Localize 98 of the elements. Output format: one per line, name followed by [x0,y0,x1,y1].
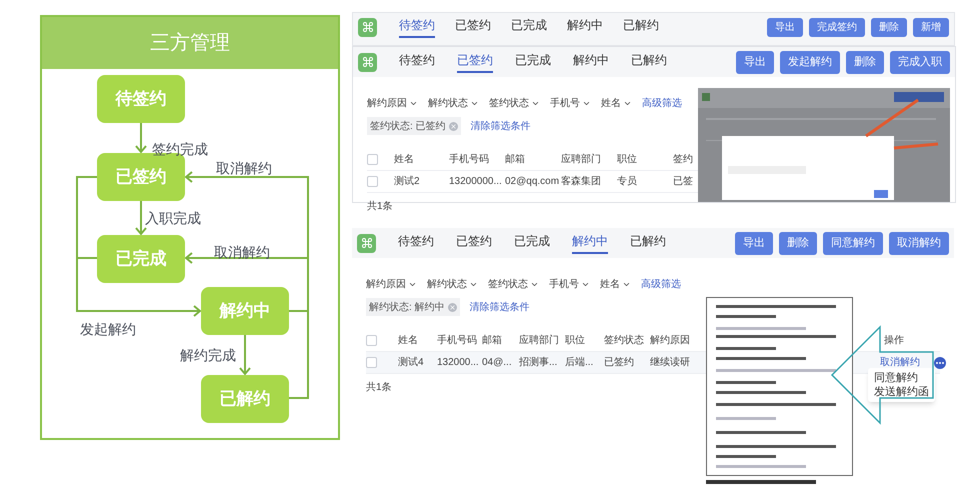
tab[interactable]: 已签约 [457,51,493,73]
column-header: 姓名 [394,154,414,165]
table-cell: 13200000... [449,176,502,187]
toolbar-button[interactable]: 删除 [846,50,884,74]
filter-dropdown[interactable]: 签约状态 [488,276,539,292]
filter-dropdown[interactable]: 姓名 [601,96,632,110]
toolbar-button[interactable]: 删除 [779,232,817,254]
toolbar-button[interactable]: 导出 [736,50,774,74]
table-cell: 已签 [673,176,693,187]
tab[interactable]: 已解约 [631,51,667,73]
connector-line [289,310,307,312]
table-cell: 招测事... [519,357,558,368]
state-node: 已解约 [201,375,289,423]
column-header: 邮箱 [505,154,525,165]
remove-filter-icon[interactable] [448,122,458,130]
table-cell: 04@... [482,357,512,368]
app-logo-icon [357,234,376,252]
column-header: 签约 [673,154,693,165]
state-node: 待签约 [97,75,185,123]
connector-arrow [135,123,147,154]
tab[interactable]: 已解约 [623,16,659,38]
filter-chip-label: 签约状态: 已签约 [370,120,446,134]
tab[interactable]: 已签约 [455,16,491,38]
column-header: 姓名 [398,335,418,346]
toolbar-button[interactable]: 完成签约 [809,18,865,36]
column-header: 应聘部门 [519,335,559,346]
tab[interactable]: 解约中 [573,51,609,73]
state-node: 已完成 [97,235,185,283]
tab[interactable]: 解约中 [572,232,608,254]
filter-dropdown[interactable]: 解约原因 [366,276,417,292]
row-checkbox[interactable] [366,357,377,368]
column-header: 操作 [884,334,904,348]
table-cell: 客森集团 [561,176,601,187]
record-count: 共1条 [366,382,392,393]
tab[interactable]: 已签约 [456,232,492,254]
transition-label: 取消解约 [214,243,270,262]
tab[interactable]: 待签约 [398,232,434,254]
toolbar-button[interactable]: 导出 [735,232,773,254]
toolbar-button[interactable]: 发起解约 [780,50,840,74]
toolbar-button[interactable]: 同意解约 [823,232,883,254]
row-checkbox[interactable] [367,154,378,165]
table-cell: 专员 [617,176,637,187]
tab[interactable]: 已完成 [511,16,547,38]
table-cell: 后端... [565,357,594,368]
remove-filter-icon[interactable] [448,302,457,312]
transition-label: 取消解约 [216,159,272,178]
cancel-termination-link[interactable]: 取消解约 [880,355,920,370]
advanced-filter-link[interactable]: 高级筛选 [642,96,682,110]
app-logo-icon [358,52,377,72]
table-cell: 测试2 [394,176,420,187]
tab[interactable]: 待签约 [399,16,435,38]
tab[interactable]: 已完成 [514,232,550,254]
table-cell: 02@qq.com [505,176,560,187]
row-checkbox[interactable] [367,176,378,187]
filter-dropdown[interactable]: 手机号 [550,96,591,110]
toolbar-button[interactable]: 删除 [871,18,907,36]
column-header: 职位 [565,335,585,346]
transition-label: 发起解约 [80,320,136,339]
toolbar-button[interactable]: 新增 [913,18,949,36]
transition-label: 解约完成 [180,346,236,365]
toolbar-button[interactable]: 导出 [767,18,803,36]
diagram-title: 三方管理 [150,31,230,56]
clear-filters-link[interactable]: 清除筛选条件 [470,300,530,314]
table-cell: 已签约 [604,357,634,368]
transition-label: 入职完成 [145,209,201,228]
table-cell: 132000... [437,357,479,368]
table-cell: 测试4 [398,357,424,368]
connector-line [78,257,97,259]
filter-dropdown[interactable]: 解约状态 [428,96,479,110]
more-icon[interactable] [934,356,946,368]
menu-item[interactable]: 同意解约 [874,371,929,385]
state-node: 解约中 [201,287,289,335]
toolbar-button[interactable]: 取消解约 [889,232,949,254]
filter-dropdown[interactable]: 手机号 [549,276,590,292]
filter-chip-label: 解约状态: 解约中 [369,300,445,314]
tab[interactable]: 待签约 [399,51,435,73]
tab[interactable]: 已完成 [515,51,551,73]
filter-dropdown[interactable]: 解约状态 [427,276,478,292]
tab[interactable]: 解约中 [567,16,603,38]
clear-filters-link[interactable]: 清除筛选条件 [470,118,531,134]
filter-dropdown[interactable]: 解约原因 [367,96,418,110]
advanced-filter-link[interactable]: 高级筛选 [641,276,681,292]
app-logo-icon [358,18,377,36]
record-count: 共1条 [367,201,393,212]
column-header: 职位 [617,154,637,165]
row-checkbox[interactable] [366,335,377,346]
column-header: 手机号码 [437,335,477,346]
toolbar-button[interactable]: 完成入职 [890,50,950,74]
table-cell: 继续读研 [650,357,690,368]
tab[interactable]: 已解约 [630,232,666,254]
filter-dropdown[interactable]: 姓名 [600,276,631,292]
filter-dropdown[interactable]: 签约状态 [489,96,540,110]
column-header: 签约状态 [604,335,644,346]
column-header: 邮箱 [482,335,502,346]
column-header: 应聘部门 [561,154,601,165]
column-header: 手机号码 [449,154,489,165]
menu-item[interactable]: 发送解约函 [874,385,929,399]
column-header: 解约原因 [650,335,690,346]
